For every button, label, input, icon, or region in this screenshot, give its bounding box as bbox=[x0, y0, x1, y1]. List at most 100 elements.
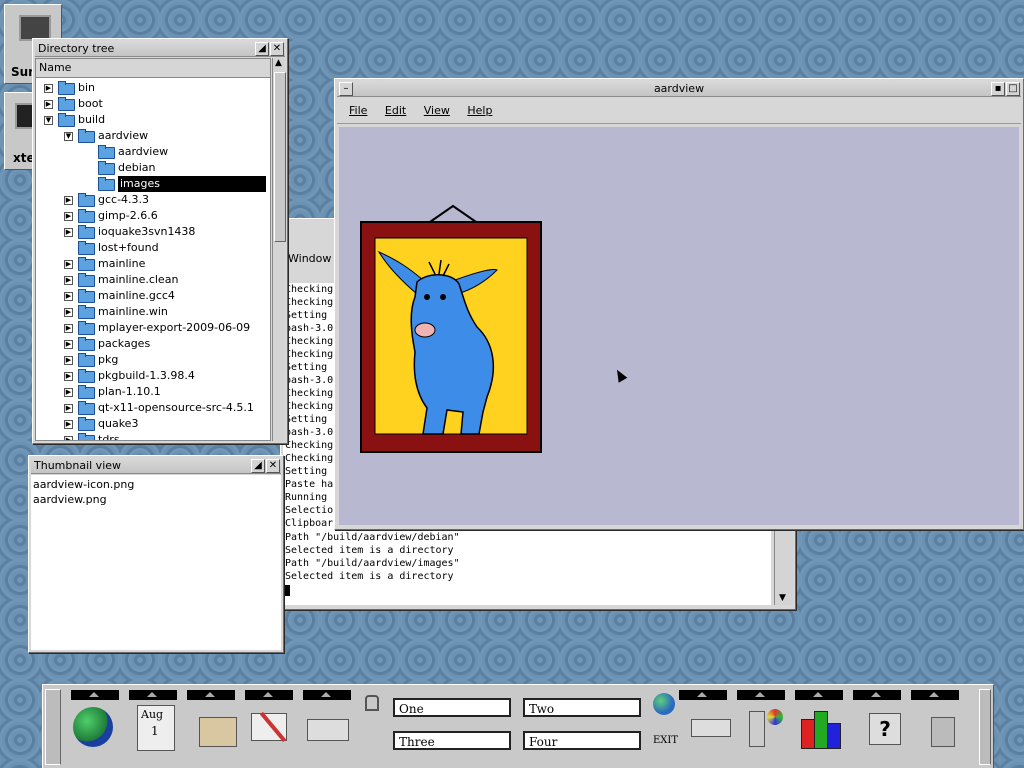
directory-tree[interactable]: Name ▶ bin ▶ boot ▼ build ▼ aardview aardview deb… bbox=[35, 58, 271, 441]
shade-button[interactable]: ◢ bbox=[251, 459, 265, 473]
scroll-down-arrow-icon[interactable]: ▼ bbox=[779, 593, 786, 603]
tree-node[interactable]: ▶ gimp-2.6.6 bbox=[36, 208, 268, 224]
tree-node-label: bin bbox=[78, 81, 96, 94]
thumbnail-view-window[interactable]: Thumbnail view ◢ ✕ aardview-icon.png aar… bbox=[28, 455, 284, 653]
tree-node[interactable]: ▶ mainline.gcc4 bbox=[36, 288, 268, 304]
tree-node[interactable]: ▶ mainline.win bbox=[36, 304, 268, 320]
close-button[interactable]: ✕ bbox=[270, 42, 284, 56]
expand-toggle-icon[interactable]: ▶ bbox=[64, 260, 73, 269]
subpanel-arrow[interactable] bbox=[187, 690, 235, 700]
tree-node[interactable]: ▶ mplayer-export-2009-06-09 bbox=[36, 320, 268, 336]
dirtree-scrollbar[interactable]: ▲ bbox=[272, 58, 286, 441]
workspace-four-button[interactable]: Four bbox=[523, 731, 641, 750]
subpanel-arrow[interactable] bbox=[853, 690, 901, 700]
directory-tree-window[interactable]: Directory tree ◢ ✕ Name ▶ bin ▶ boot ▼ build ▼… bbox=[32, 38, 288, 444]
expand-toggle-icon[interactable]: ▶ bbox=[64, 212, 73, 221]
exit-button[interactable]: EXIT bbox=[653, 735, 678, 746]
subpanel-arrow[interactable] bbox=[129, 690, 177, 700]
tree-node[interactable]: ▶ pkgbuild-1.3.98.4 bbox=[36, 368, 268, 384]
subpanel-arrow[interactable] bbox=[795, 690, 843, 700]
aardview-window[interactable]: – aardview ▪ □ File Edit View Help bbox=[334, 78, 1024, 530]
subpanel-arrow[interactable] bbox=[679, 690, 727, 700]
tree-node[interactable]: lost+found bbox=[36, 240, 268, 256]
file-manager-icon[interactable] bbox=[195, 705, 239, 749]
text-editor-icon[interactable] bbox=[249, 705, 293, 749]
tree-node[interactable]: ▶ mainline bbox=[36, 256, 268, 272]
lock-icon[interactable] bbox=[365, 695, 379, 711]
dirtree-titlebar[interactable]: Directory tree ◢ ✕ bbox=[35, 41, 285, 57]
globe-icon[interactable] bbox=[71, 705, 115, 749]
terminal-line: Path "/build/aardview/debian" bbox=[285, 532, 460, 543]
list-item[interactable]: aardview-icon.png bbox=[33, 477, 279, 492]
help-icon[interactable]: ? bbox=[863, 705, 907, 749]
collapse-toggle-icon[interactable]: ▼ bbox=[64, 132, 73, 141]
expand-toggle-icon[interactable]: ▶ bbox=[64, 228, 73, 237]
expand-toggle-icon[interactable]: ▶ bbox=[64, 420, 73, 429]
workspace-two-button[interactable]: Two bbox=[523, 698, 641, 717]
expand-toggle-icon[interactable]: ▶ bbox=[64, 404, 73, 413]
printer-icon[interactable] bbox=[689, 705, 733, 749]
tree-node[interactable]: images bbox=[36, 176, 268, 192]
tree-node[interactable]: aardview bbox=[36, 144, 268, 160]
column-header-name[interactable]: Name bbox=[36, 59, 270, 78]
menu-edit[interactable]: Edit bbox=[385, 104, 406, 117]
tree-node[interactable]: ▶ boot bbox=[36, 96, 268, 112]
trash-icon[interactable] bbox=[923, 705, 967, 749]
scrollbar-thumb[interactable] bbox=[274, 72, 286, 242]
tree-node[interactable]: ▶ packages bbox=[36, 336, 268, 352]
scroll-up-arrow-icon[interactable]: ▲ bbox=[275, 58, 282, 68]
collapse-toggle-icon[interactable]: ▼ bbox=[44, 116, 53, 125]
panel-handle-right[interactable] bbox=[979, 689, 991, 765]
thumbnail-list[interactable]: aardview-icon.png aardview.png bbox=[31, 475, 281, 650]
workspace-three-button[interactable]: Three bbox=[393, 731, 511, 750]
mail-icon[interactable] bbox=[305, 705, 349, 749]
expand-toggle-icon[interactable]: ▶ bbox=[64, 372, 73, 381]
close-button[interactable]: ✕ bbox=[266, 459, 280, 473]
subpanel-arrow[interactable] bbox=[911, 690, 959, 700]
workspace-one-button[interactable]: One bbox=[393, 698, 511, 717]
shade-button[interactable]: ◢ bbox=[255, 42, 269, 56]
expand-toggle-icon[interactable]: ▶ bbox=[64, 276, 73, 285]
expand-toggle-icon[interactable]: ▶ bbox=[64, 340, 73, 349]
menu-file[interactable]: File bbox=[349, 104, 367, 117]
subpanel-arrow[interactable] bbox=[737, 690, 785, 700]
tree-node[interactable]: ▼ aardview bbox=[36, 128, 268, 144]
tree-node[interactable]: debian bbox=[36, 160, 268, 176]
expand-toggle-icon[interactable]: ▶ bbox=[64, 388, 73, 397]
expand-toggle-icon[interactable]: ▶ bbox=[64, 292, 73, 301]
terminal-menu-window[interactable]: Window bbox=[288, 252, 331, 265]
tree-node[interactable]: ▼ build bbox=[36, 112, 268, 128]
expand-toggle-icon[interactable]: ▶ bbox=[64, 308, 73, 317]
tree-node[interactable]: ▶ bin bbox=[36, 80, 268, 96]
tree-node[interactable]: ▶ ioquake3svn1438 bbox=[36, 224, 268, 240]
expand-toggle-icon[interactable]: ▶ bbox=[44, 84, 53, 93]
panel-handle-left[interactable] bbox=[45, 689, 61, 765]
subpanel-arrow[interactable] bbox=[245, 690, 293, 700]
application-manager-icon[interactable] bbox=[799, 705, 843, 749]
aardview-titlebar[interactable]: – aardview ▪ □ bbox=[337, 81, 1021, 97]
tree-node[interactable]: ▶ quake3 bbox=[36, 416, 268, 432]
menu-help[interactable]: Help bbox=[467, 104, 492, 117]
tree-node[interactable]: ▶ mainline.clean bbox=[36, 272, 268, 288]
expand-toggle-icon[interactable]: ▶ bbox=[64, 196, 73, 205]
tree-node[interactable]: ▶ qt-x11-opensource-src-4.5.1 bbox=[36, 400, 268, 416]
calendar-icon[interactable]: Aug 1 bbox=[137, 705, 175, 751]
maximize-button[interactable]: □ bbox=[1006, 82, 1020, 96]
menu-view[interactable]: View bbox=[424, 104, 450, 117]
expand-toggle-icon[interactable]: ▶ bbox=[64, 436, 73, 440]
thumbnail-titlebar[interactable]: Thumbnail view ◢ ✕ bbox=[31, 458, 281, 474]
minimize-button[interactable]: ▪ bbox=[991, 82, 1005, 96]
tree-node[interactable]: ▶ pkg bbox=[36, 352, 268, 368]
tree-node[interactable]: ▶ plan-1.10.1 bbox=[36, 384, 268, 400]
tree-node-label: quake3 bbox=[98, 417, 139, 430]
image-canvas[interactable] bbox=[339, 127, 1019, 525]
tree-node[interactable]: ▶ gcc-4.3.3 bbox=[36, 192, 268, 208]
tree-node[interactable]: ▶ tdrs bbox=[36, 432, 268, 440]
style-manager-icon[interactable] bbox=[743, 705, 787, 749]
list-item[interactable]: aardview.png bbox=[33, 492, 279, 507]
expand-toggle-icon[interactable]: ▶ bbox=[44, 100, 53, 109]
expand-toggle-icon[interactable]: ▶ bbox=[64, 324, 73, 333]
subpanel-arrow[interactable] bbox=[303, 690, 351, 700]
expand-toggle-icon[interactable]: ▶ bbox=[64, 356, 73, 365]
subpanel-arrow[interactable] bbox=[71, 690, 119, 700]
